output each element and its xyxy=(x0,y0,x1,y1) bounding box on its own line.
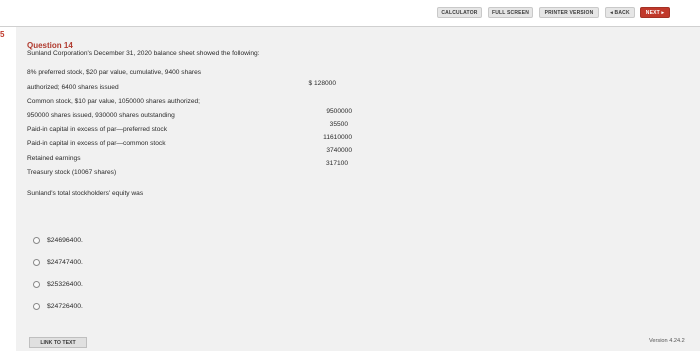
printer-version-button[interactable]: PRINTER VERSION xyxy=(539,7,599,18)
question-intro: Sunland Corporation's December 31, 2020 … xyxy=(27,50,260,57)
balance-amount: $ 128000 xyxy=(308,80,336,87)
balance-amount: 9500000 xyxy=(326,108,352,115)
radio-button[interactable] xyxy=(33,303,40,310)
balance-amount: 3740000 xyxy=(326,147,352,154)
radio-button[interactable] xyxy=(33,259,40,266)
question-number-marker: 5 xyxy=(0,30,5,39)
answer-option-label: $24747400. xyxy=(47,259,83,266)
balance-line: Paid-in capital in excess of par—preferr… xyxy=(27,126,167,133)
balance-line: authorized; 6400 shares issued xyxy=(27,84,119,91)
balance-line: Paid-in capital in excess of par—common … xyxy=(27,140,166,147)
balance-amount: 11610000 xyxy=(323,134,352,141)
question-title: Question 14 xyxy=(27,41,73,50)
balance-line: Retained earnings xyxy=(27,155,81,162)
question-prompt: Sunland's total stockholders' equity was xyxy=(27,190,144,197)
balance-line: Treasury stock (10067 shares) xyxy=(27,169,117,176)
balance-line: Common stock, $10 par value, 1050000 sha… xyxy=(27,98,201,105)
answer-option[interactable]: $24726400. xyxy=(33,301,83,312)
balance-amount: 35500 xyxy=(329,121,348,128)
fullscreen-button[interactable]: FULL SCREEN xyxy=(488,7,533,18)
top-toolbar: CALCULATOR FULL SCREEN PRINTER VERSION ◂… xyxy=(0,0,700,24)
version-label: Version 4.24.2 xyxy=(649,338,685,344)
next-button[interactable]: NEXT ▸ xyxy=(640,7,670,18)
answer-option[interactable]: $24747400. xyxy=(33,257,83,268)
radio-button[interactable] xyxy=(33,237,40,244)
link-to-text-button[interactable]: LINK TO TEXT xyxy=(29,337,87,348)
answer-option[interactable]: $24696400. xyxy=(33,235,83,246)
answer-option[interactable]: $25326400. xyxy=(33,279,83,290)
balance-amount: 317100 xyxy=(325,160,348,167)
radio-button[interactable] xyxy=(33,281,40,288)
back-button[interactable]: ◂ BACK xyxy=(605,7,635,18)
balance-line: 8% preferred stock, $20 par value, cumul… xyxy=(27,69,202,76)
balance-line: 950000 shares issued, 930000 shares outs… xyxy=(27,112,175,119)
answer-option-label: $24726400. xyxy=(47,303,83,310)
answer-option-label: $25326400. xyxy=(47,281,83,288)
calculator-button[interactable]: CALCULATOR xyxy=(437,7,482,18)
answer-option-label: $24696400. xyxy=(47,237,83,244)
